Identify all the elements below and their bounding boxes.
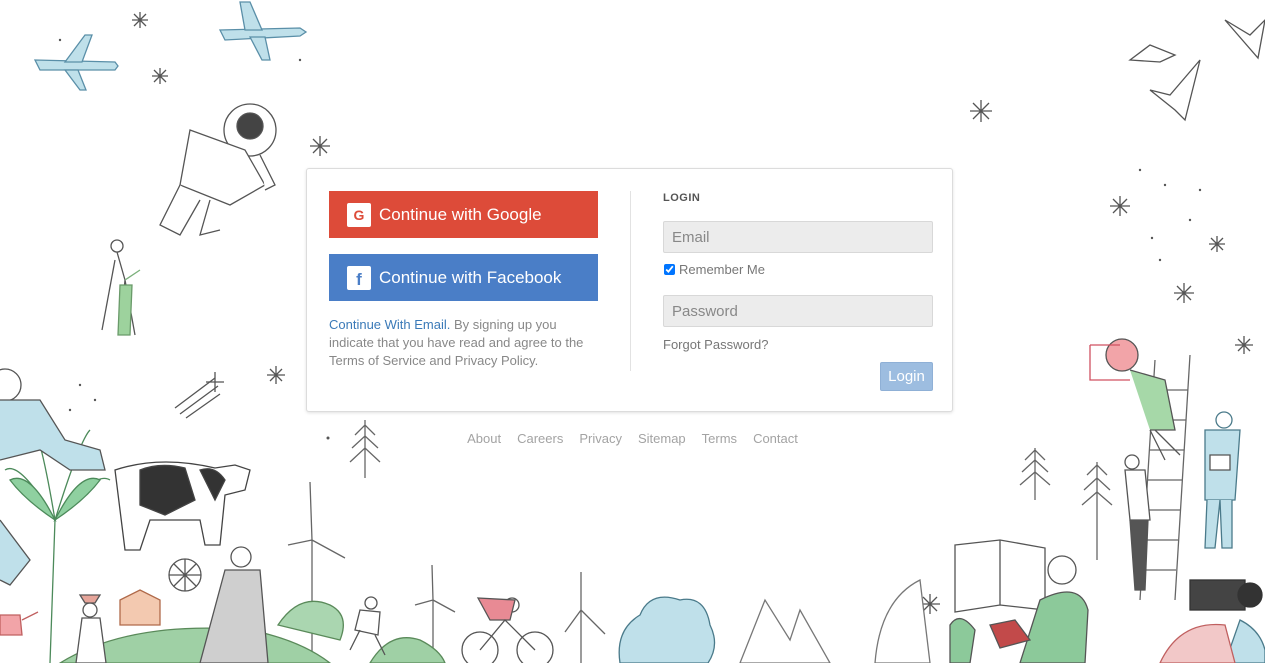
password-field[interactable] (663, 295, 933, 327)
footer-link-about[interactable]: About (467, 431, 501, 446)
remember-me-label: Remember Me (679, 262, 765, 277)
google-button-label: Continue with Google (379, 204, 542, 224)
reader-illustration (949, 539, 1089, 663)
google-g-icon: G (347, 202, 371, 227)
bird-icon (1128, 19, 1265, 122)
footer-link-contact[interactable]: Contact (753, 431, 798, 446)
cow-illustration (114, 461, 251, 551)
watering-can-icon (0, 611, 39, 636)
person-illustration (1124, 454, 1151, 591)
footer-link-sitemap[interactable]: Sitemap (638, 431, 686, 446)
continue-with-facebook-button[interactable]: f Continue with Facebook (329, 254, 598, 301)
shooting-star-icon (174, 372, 224, 419)
continue-with-google-button[interactable]: G Continue with Google (329, 191, 598, 238)
remember-me-row[interactable]: Remember Me (663, 262, 765, 277)
golfer-illustration (101, 239, 141, 336)
astronaut-illustration (159, 103, 277, 236)
login-heading: LOGIN (663, 192, 701, 204)
facebook-button-label: Continue with Facebook (379, 267, 562, 287)
runner-illustration (349, 596, 386, 656)
airplane-icon (33, 34, 119, 91)
footer-link-careers[interactable]: Careers (517, 431, 563, 446)
person-illustration (0, 368, 106, 586)
airplane-icon (218, 1, 308, 61)
footer-nav: About Careers Privacy Sitemap Terms Cont… (0, 431, 1265, 446)
footer-link-privacy[interactable]: Privacy (579, 431, 622, 446)
continue-with-email-link[interactable]: Continue With Email. (329, 317, 450, 332)
email-field[interactable] (663, 221, 933, 253)
login-button[interactable]: Login (880, 362, 933, 391)
column-divider (630, 191, 631, 371)
farmhouse-illustration (119, 558, 202, 626)
remember-me-checkbox[interactable] (664, 264, 675, 275)
bush-illustration (618, 579, 931, 663)
forgot-password-link[interactable]: Forgot Password? (663, 337, 769, 352)
terms-text: Continue With Email. By signing up you i… (329, 316, 599, 370)
login-page: G Continue with Google f Continue with F… (0, 0, 1265, 663)
cyclist-illustration (461, 597, 554, 663)
footer-link-terms[interactable]: Terms (702, 431, 737, 446)
facebook-f-icon: f (347, 265, 371, 290)
login-card: G Continue with Google f Continue with F… (306, 168, 953, 412)
